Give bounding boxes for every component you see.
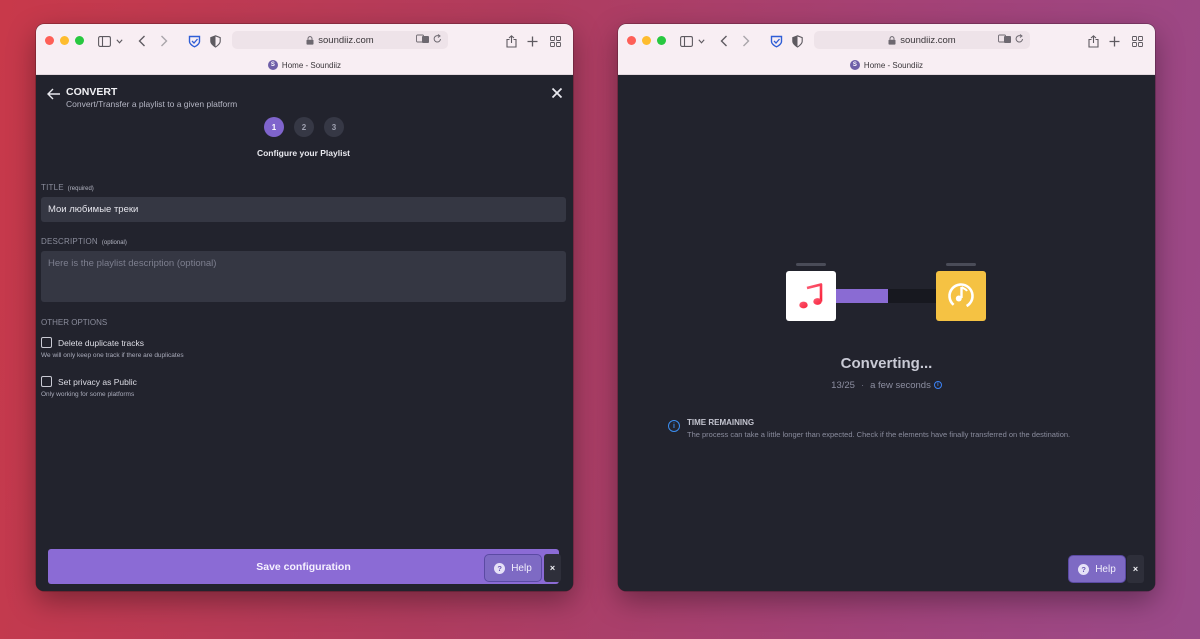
zoom-window-button[interactable] — [657, 36, 666, 45]
new-tab-icon[interactable] — [1106, 33, 1122, 49]
step-title: Configure your Playlist — [256, 148, 351, 158]
description-label-text: DESCRIPTION — [41, 237, 98, 246]
time-remaining-text: The process can take a little longer tha… — [687, 430, 1071, 439]
yandex-music-icon — [936, 271, 986, 321]
required-hint: (required) — [67, 186, 94, 192]
description-label: DESCRIPTION (optional) — [41, 237, 127, 246]
title-input[interactable]: Мои любимые треки — [41, 197, 566, 222]
description-textarea[interactable]: Here is the playlist description (option… — [41, 251, 566, 302]
share-icon[interactable] — [1085, 33, 1101, 49]
forward-nav-icon[interactable] — [156, 33, 172, 49]
sidebar-toggle-icon[interactable] — [96, 33, 112, 49]
stepper: 1 2 3 — [264, 117, 344, 137]
step-2[interactable]: 2 — [294, 117, 314, 137]
window-controls — [45, 36, 84, 45]
separator-dot: · — [860, 380, 865, 391]
tab-overview-icon[interactable] — [1129, 33, 1145, 49]
help-close-button[interactable]: × — [544, 554, 561, 582]
close-window-button[interactable] — [45, 36, 54, 45]
panel-title: CONVERT — [66, 86, 118, 98]
question-icon: ? — [1078, 563, 1090, 575]
convert-panel: CONVERT Convert/Transfer a playlist to a… — [36, 75, 573, 591]
help-button-label: Help — [511, 562, 532, 574]
public-privacy-checkbox[interactable] — [41, 376, 52, 387]
reload-icon[interactable] — [433, 34, 442, 44]
step-3[interactable]: 3 — [324, 117, 344, 137]
lock-icon — [306, 35, 314, 45]
track-count: 13/25 — [831, 380, 855, 391]
transfer-progress-track — [836, 289, 936, 303]
bitwarden-shield-icon[interactable] — [186, 33, 202, 49]
address-bar[interactable]: soundiiz.com — [814, 31, 1030, 49]
help-button[interactable]: ? Help — [484, 554, 542, 582]
apple-music-icon — [786, 271, 836, 321]
minimize-window-button[interactable] — [60, 36, 69, 45]
optional-hint: (optional) — [101, 240, 127, 246]
help-button[interactable]: ? Help — [1068, 555, 1126, 583]
reload-icon[interactable] — [1015, 34, 1024, 44]
window-controls — [627, 36, 666, 45]
chevron-down-icon[interactable] — [115, 33, 123, 49]
back-arrow-icon[interactable] — [47, 87, 61, 100]
address-bar[interactable]: soundiiz.com — [232, 31, 448, 49]
minimize-window-button[interactable] — [642, 36, 651, 45]
chevron-down-icon[interactable] — [697, 33, 705, 49]
panel-subtitle: Convert/Transfer a playlist to a given p… — [66, 99, 238, 109]
eta-text: a few seconds — [870, 380, 931, 391]
forward-nav-icon[interactable] — [738, 33, 754, 49]
step-1[interactable]: 1 — [264, 117, 284, 137]
share-icon[interactable] — [503, 33, 519, 49]
title-label: TITLE (required) — [41, 183, 94, 192]
url-text: soundiiz.com — [318, 34, 374, 46]
conversion-counter: 13/25 · a few seconds i — [618, 380, 1155, 391]
browser-toolbar: soundiiz.com S Home - Soundiiz — [618, 24, 1155, 75]
soundiiz-favicon-icon: S — [849, 60, 860, 70]
zoom-window-button[interactable] — [75, 36, 84, 45]
soundiiz-favicon-icon: S — [267, 60, 278, 70]
tab-title: Home - Soundiiz — [281, 60, 342, 70]
tab-title-bar[interactable]: S Home - Soundiiz — [618, 58, 1155, 72]
public-privacy-help: Only working for some platforms — [41, 391, 135, 398]
close-icon[interactable] — [551, 86, 563, 99]
address-bar-actions — [998, 34, 1024, 44]
delete-duplicates-help: We will only keep one track if there are… — [41, 352, 184, 359]
destination-tile-handle — [946, 263, 976, 266]
other-options-heading: OTHER OPTIONS — [41, 318, 108, 327]
tab-title-bar[interactable]: S Home - Soundiiz — [36, 58, 573, 72]
close-window-button[interactable] — [627, 36, 636, 45]
help-close-button[interactable]: × — [1127, 555, 1144, 583]
public-privacy-label[interactable]: Set privacy as Public — [58, 377, 137, 387]
back-nav-icon[interactable] — [716, 33, 732, 49]
info-icon[interactable]: i — [933, 381, 942, 390]
question-icon: ? — [494, 562, 506, 574]
translate-icon[interactable] — [998, 34, 1012, 44]
help-button-label: Help — [1095, 563, 1116, 575]
sidebar-toggle-icon[interactable] — [678, 33, 694, 49]
converting-status: Converting... — [840, 355, 933, 372]
new-tab-icon[interactable] — [524, 33, 540, 49]
delete-duplicates-checkbox[interactable] — [41, 337, 52, 348]
title-label-text: TITLE — [41, 183, 64, 192]
save-configuration-button[interactable]: Save configuration — [48, 549, 559, 584]
delete-duplicates-label[interactable]: Delete duplicate tracks — [58, 338, 144, 348]
converting-panel: Converting... 13/25 · a few seconds i i TIM… — [618, 75, 1155, 591]
privacy-shield-icon[interactable] — [789, 33, 805, 49]
lock-icon — [888, 35, 896, 45]
browser-window-converting: soundiiz.com S Home - Soundiiz Convertin… — [618, 24, 1155, 591]
transfer-progress-fill — [836, 289, 888, 303]
tab-title: Home - Soundiiz — [863, 60, 924, 70]
url-text: soundiiz.com — [900, 34, 956, 46]
browser-window-convert: soundiiz.com S Home - Soundiiz CONVERT C… — [36, 24, 573, 591]
browser-toolbar: soundiiz.com S Home - Soundiiz — [36, 24, 573, 75]
tab-overview-icon[interactable] — [547, 33, 563, 49]
privacy-shield-icon[interactable] — [207, 33, 223, 49]
time-remaining-title: TIME REMAINING — [687, 418, 755, 427]
back-nav-icon[interactable] — [134, 33, 150, 49]
source-tile-handle — [796, 263, 826, 266]
translate-icon[interactable] — [416, 34, 430, 44]
address-bar-actions — [416, 34, 442, 44]
info-circle-icon: i — [668, 420, 680, 432]
bitwarden-shield-icon[interactable] — [768, 33, 784, 49]
